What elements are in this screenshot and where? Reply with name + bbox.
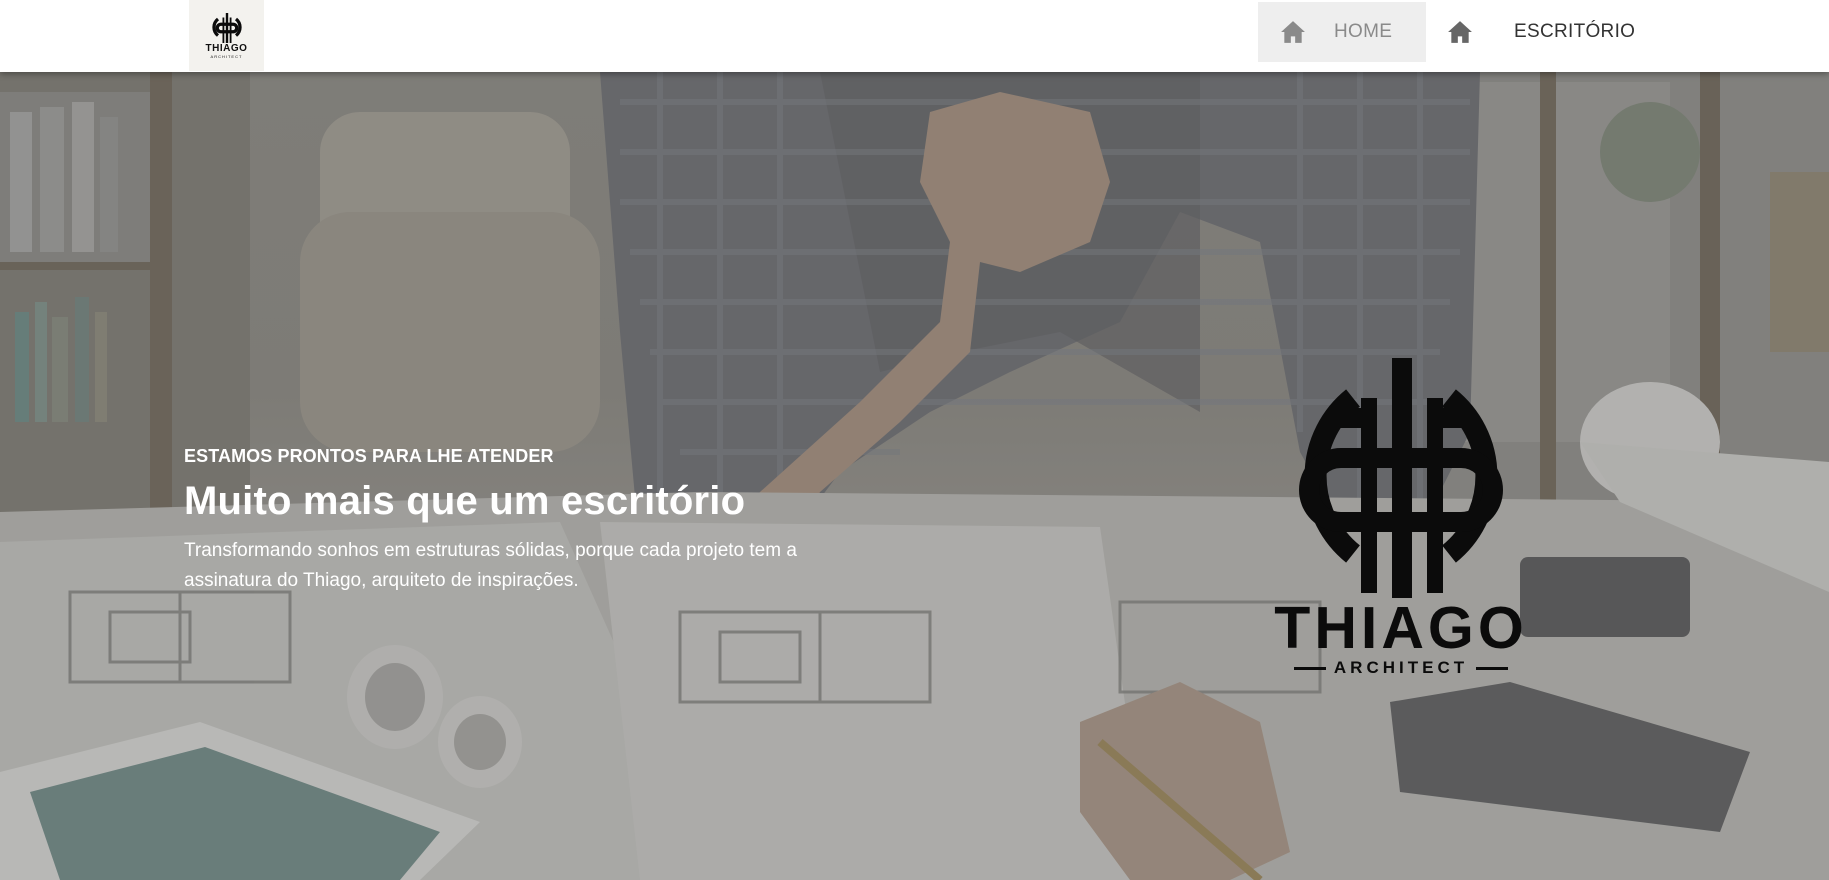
home-icon bbox=[1448, 21, 1472, 43]
tagline-dash-right bbox=[1476, 666, 1509, 670]
logo-emblem-icon bbox=[1299, 358, 1503, 598]
hero-section: ESTAMOS PRONTOS PARA LHE ATENDER Muito m… bbox=[0, 72, 1829, 880]
logo-tagline: ARCHITECT bbox=[210, 53, 243, 59]
brand-logo[interactable]: THIAGO ARCHITECT bbox=[189, 0, 264, 71]
top-navbar: THIAGO ARCHITECT HOME ESCRITÓRIO bbox=[0, 0, 1829, 72]
logo-emblem-icon bbox=[211, 12, 242, 43]
logo-wordmark: THIAGO bbox=[1274, 595, 1528, 661]
hero-description: Transformando sonhos em estruturas sólid… bbox=[184, 540, 797, 591]
tagline-dash-left bbox=[1293, 666, 1326, 670]
nav-item-home[interactable]: HOME bbox=[1258, 2, 1426, 62]
home-icon bbox=[1281, 21, 1305, 43]
hero-overlay bbox=[0, 72, 1829, 880]
nav-item-escritorio[interactable]: ESCRITÓRIO bbox=[1445, 2, 1645, 62]
nav-item-escritorio-label: ESCRITÓRIO bbox=[1514, 21, 1636, 42]
logo-tagline-row: ARCHITECT bbox=[1265, 658, 1537, 678]
hero-title: Muito mais que um escritório bbox=[184, 479, 746, 523]
hero-brand-logo: THIAGO ARCHITECT bbox=[1265, 358, 1537, 688]
logo-tagline: ARCHITECT bbox=[1333, 658, 1469, 677]
nav-item-home-label: HOME bbox=[1334, 21, 1393, 42]
hero-kicker: ESTAMOS PRONTOS PARA LHE ATENDER bbox=[184, 446, 554, 466]
logo-wordmark: THIAGO bbox=[205, 42, 248, 54]
